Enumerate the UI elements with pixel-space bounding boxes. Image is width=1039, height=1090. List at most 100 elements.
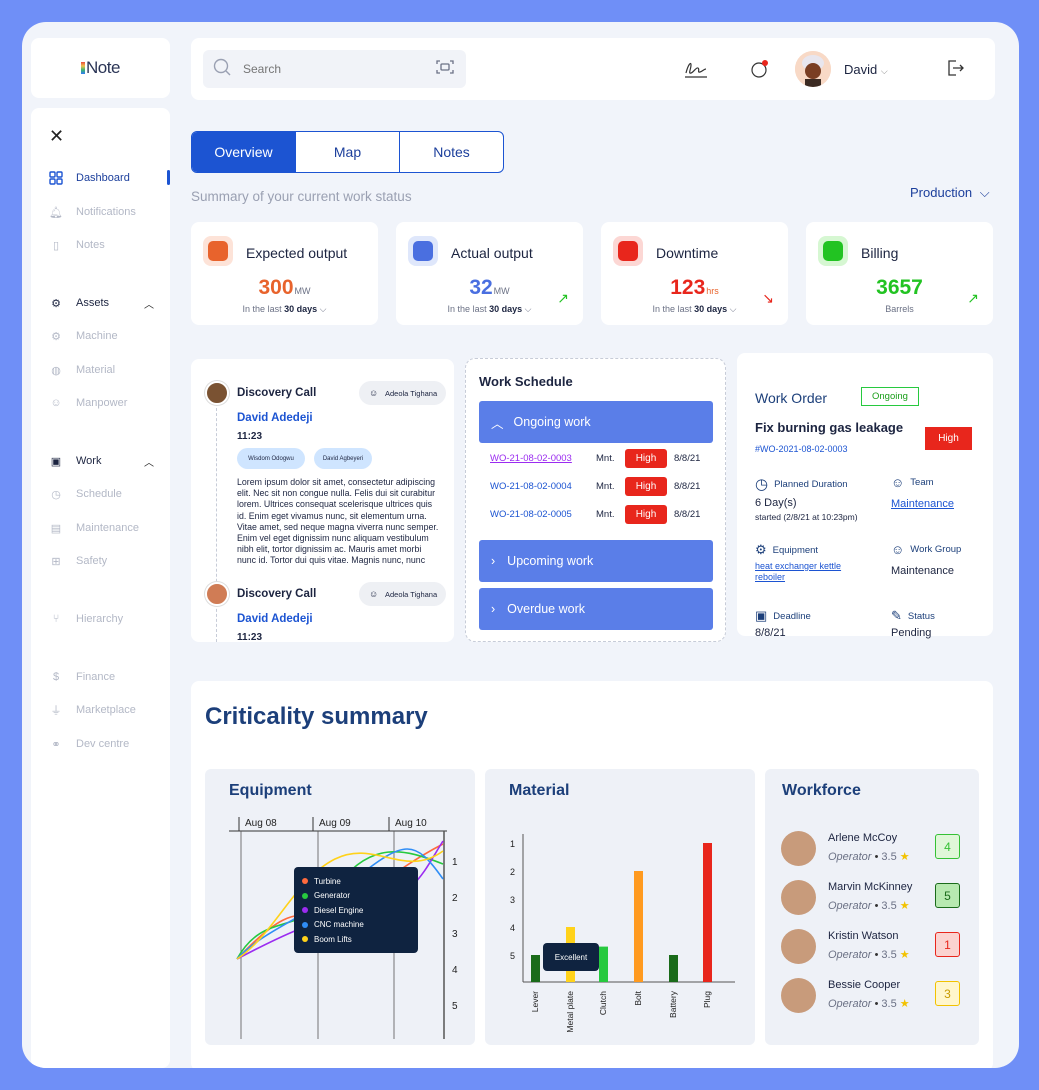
workforce-panel: Workforce Arlene McCoy Operator • 3.5 ★ 4 M… [765,769,979,1045]
tab-overview[interactable]: Overview [192,132,296,172]
app-logo[interactable]: Note [31,38,170,98]
chevron-up-icon[interactable]: ︿ [144,454,154,469]
ongoing-work-header[interactable]: ︿ Ongoing work [479,401,713,443]
search-input[interactable] [243,62,413,76]
ongoing-list: WO-21-08-02-0003 Mnt. High 8/8/21 WO-21-… [479,443,713,533]
sidebar-item-label: Notes [76,239,105,251]
work-order-code[interactable]: #WO-2021-08-02-0003 [755,444,848,454]
search-bar[interactable] [203,50,466,88]
sidebar-item-machine[interactable]: ⚙ Machine [48,328,118,344]
timeline-line [216,403,217,642]
user-icon: ☺ [369,589,379,599]
chevron-right-icon: › [491,602,496,616]
sidebar-item-safety[interactable]: ⊞ Safety [48,553,107,569]
work-order-card: Work Order Ongoing Fix burning gas leaka… [737,353,993,639]
star-icon: ★ [896,900,910,912]
worker-meta: Operator • 3.5 ★ [828,851,910,863]
y-tick-label: 2 [510,867,515,877]
list-item[interactable]: Kristin Watson Operator • 3.5 ★ 1 [781,927,965,965]
chevron-down-icon: ⌵ [729,304,737,314]
sidebar-item-label: Work [76,455,102,467]
sidebar-item-maintenance[interactable]: ▤ Maintenance [48,520,139,536]
x-tick-label: Lever [530,991,540,1012]
call-contact[interactable]: David Adedeji [237,613,313,625]
logout-icon[interactable] [946,59,964,82]
kpi-period-dropdown[interactable]: In the last 30 days ⌵ [601,304,788,315]
meter-icon [203,236,233,266]
call-contact[interactable]: David Adedeji [237,412,313,424]
overdue-work-header[interactable]: › Overdue work [479,588,713,630]
material-bar-chart[interactable]: 1 2 3 4 5 Lever Metal plate Clutch Bolt Battery Pl… [485,769,755,1045]
user-name[interactable]: David ⌵ [844,62,888,77]
scan-icon[interactable] [436,59,454,80]
bar-lever [531,955,540,982]
sidebar-item-marketplace[interactable]: ⏚ Marketplace [48,702,136,718]
tab-map[interactable]: Map [296,132,400,172]
sidebar-item-notes[interactable]: ▯ Notes [48,237,105,253]
legend-label: Boom Lifts [314,934,352,944]
close-icon[interactable]: ✕ [49,126,64,147]
tab-notes[interactable]: Notes [400,132,503,172]
priority-badge: High [925,427,972,450]
view-tabs: Overview Map Notes [191,131,504,173]
work-order-link[interactable]: WO-21-08-02-0004 [490,481,596,492]
x-tick-label: Aug 10 [395,818,427,829]
list-item[interactable]: Marvin McKinney Operator • 3.5 ★ 5 [781,878,965,916]
chevron-down-icon: ⌵ [319,304,327,314]
table-row[interactable]: WO-21-08-02-0005 Mnt. High 8/8/21 [490,505,710,524]
assignee-chip[interactable]: ☺ Adeola Tighana [359,381,447,405]
trend-up-icon: ↗ [557,290,569,306]
worker-name: Marvin McKinney [828,881,913,893]
gauge-icon [408,236,438,266]
sidebar-item-finance[interactable]: $ Finance [48,669,115,685]
avatar[interactable] [795,51,831,87]
bar-clutch [599,946,608,982]
call-time: 11:23 [237,632,263,642]
sidebar-item-manpower[interactable]: ☺ Manpower [48,395,127,411]
sidebar-group-work[interactable]: ▣ Work [48,453,102,469]
legend-swatch [302,921,308,928]
legend-label: Turbine [314,876,341,886]
avatar [781,929,816,964]
list-item[interactable]: Arlene McCoy Operator • 3.5 ★ 4 [781,829,965,867]
sidebar-item-hierarchy[interactable]: ⑂ Hierarchy [48,611,123,627]
y-tick-label: 4 [452,965,458,976]
sidebar-item-material[interactable]: ◍ Material [48,362,115,378]
trend-up-icon: ↗ [967,290,979,306]
kpi-title: Downtime [656,245,719,261]
kpi-period-dropdown[interactable]: In the last 30 days ⌵ [191,304,378,315]
sidebar-item-label: Dashboard [76,172,130,184]
work-order-link[interactable]: WO-21-08-02-0003 [490,453,596,464]
list-item[interactable]: Bessie Cooper Operator • 3.5 ★ 3 [781,976,965,1014]
worker-name: Arlene McCoy [828,832,898,844]
kpi-period-dropdown[interactable]: In the last 30 days ⌵ [396,304,583,315]
participant-tag[interactable]: David Agbeyeri [314,448,372,469]
participant-tag[interactable]: Wisdom Odogwu [237,448,305,469]
upcoming-work-header[interactable]: › Upcoming work [479,540,713,582]
table-row[interactable]: WO-21-08-02-0003 Mnt. High 8/8/21 [490,449,710,468]
chevron-up-icon[interactable]: ︿ [144,296,154,311]
avatar [781,880,816,915]
sidebar-group-assets[interactable]: ⚙ Assets [48,295,109,311]
sidebar-item-notifications[interactable]: 🔔︎ Notifications [48,204,136,220]
legend-swatch [302,878,308,885]
kpi-actual-output: Actual output 32MW In the last 30 days ⌵… [396,222,583,325]
sidebar-item-dashboard[interactable]: Dashboard [48,170,130,186]
worker-name: Bessie Cooper [828,979,901,991]
signature-icon[interactable] [683,59,709,84]
y-tick-label: 1 [452,857,458,868]
assignee-chip[interactable]: ☺ Adeola Tighana [359,582,447,606]
material-panel: Material 1 2 3 4 5 Lever Metal plate Clutch Bolt… [485,769,755,1045]
table-row[interactable]: WO-21-08-02-0004 Mnt. High 8/8/21 [490,477,710,496]
avatar [781,831,816,866]
production-dropdown[interactable]: Production ⌵ [910,185,990,201]
team-icon: ☺ [891,475,905,490]
notification-bell-icon[interactable] [750,59,770,84]
kpi-value: 3657 [876,276,923,299]
work-order-link[interactable]: WO-21-08-02-0005 [490,509,596,520]
downtime-icon [613,236,643,266]
equipment-link[interactable]: heat exchanger kettle reboiler [755,561,865,583]
sidebar-item-dev-centre[interactable]: ⚭ Dev centre [48,736,129,752]
team-link[interactable]: Maintenance [891,498,954,510]
sidebar-item-schedule[interactable]: ◷ Schedule [48,486,122,502]
